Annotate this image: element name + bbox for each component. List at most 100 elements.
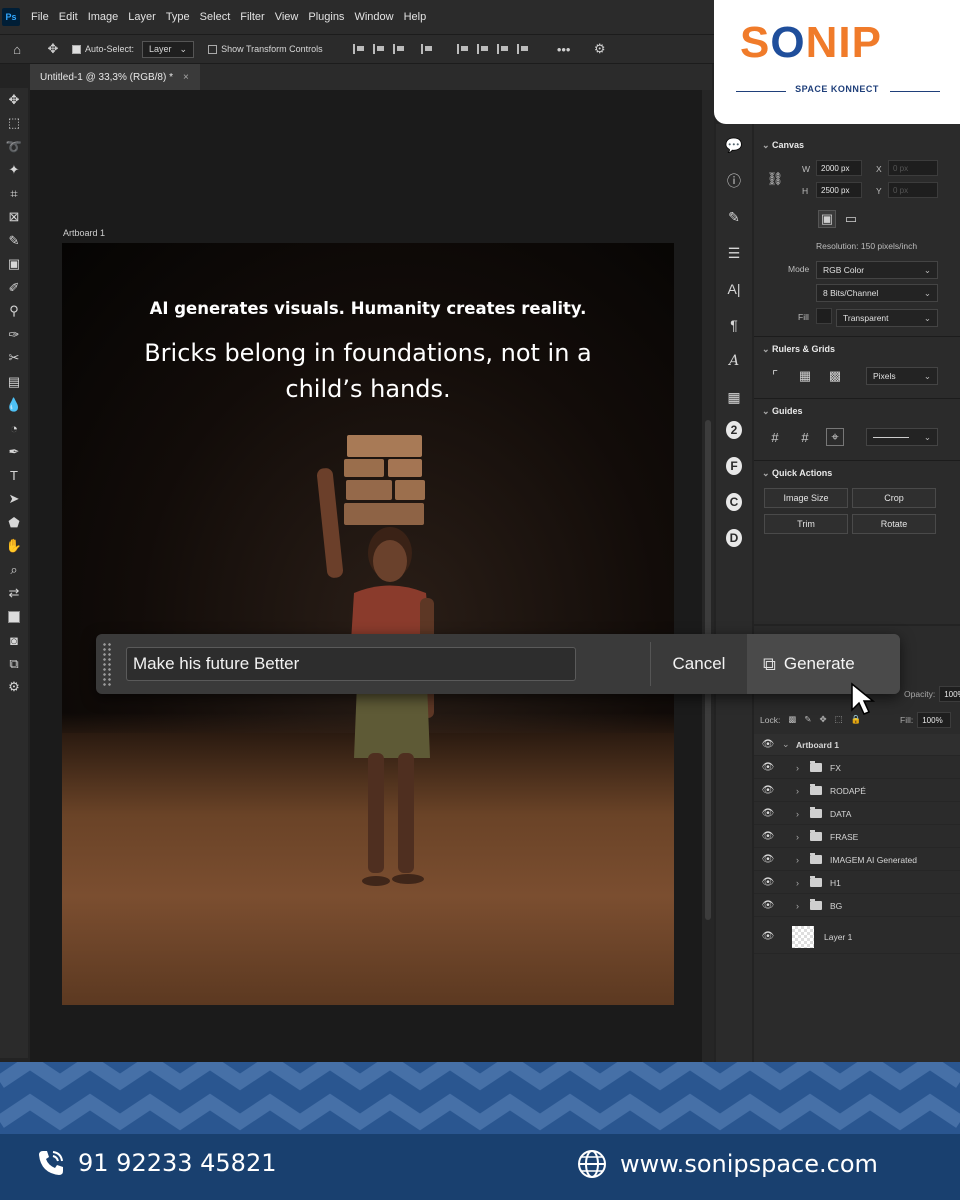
- chevron-right-icon[interactable]: ›: [796, 878, 810, 888]
- eye-icon[interactable]: 👁: [754, 739, 782, 750]
- height-field[interactable]: 2500 px: [816, 182, 862, 198]
- chevron-right-icon[interactable]: ›: [796, 855, 810, 865]
- clone-stamp-tool-icon[interactable]: ⚲: [3, 300, 25, 324]
- image-size-button[interactable]: Image Size: [764, 488, 848, 508]
- opacity-field[interactable]: 100%: [939, 686, 960, 702]
- width-field[interactable]: 2000 px: [816, 160, 862, 176]
- menu-image[interactable]: Image: [83, 11, 124, 23]
- gear-icon[interactable]: ⚙: [589, 38, 611, 60]
- eye-icon[interactable]: 👁: [754, 831, 782, 842]
- canvas-section-title[interactable]: Canvas: [762, 140, 804, 151]
- character-icon[interactable]: A|: [721, 274, 747, 304]
- glyphs-icon[interactable]: A: [721, 346, 747, 376]
- generate-prompt-input[interactable]: Make his future Better: [126, 647, 576, 681]
- menu-edit[interactable]: Edit: [54, 11, 83, 23]
- swap-colors-icon[interactable]: ⇄: [3, 582, 25, 606]
- rotate-button[interactable]: Rotate: [852, 514, 936, 534]
- distribute-h-icon[interactable]: [420, 44, 433, 54]
- close-tab-icon[interactable]: ×: [183, 72, 189, 83]
- drag-handle[interactable]: [102, 642, 112, 686]
- layer-row-pixel[interactable]: 👁 Layer 1: [754, 920, 960, 954]
- path-selection-tool-icon[interactable]: ➤: [3, 488, 25, 512]
- eye-icon[interactable]: 👁: [754, 785, 782, 796]
- zoom-tool-icon[interactable]: ⌕: [3, 558, 25, 582]
- grid-icon[interactable]: ▦: [796, 367, 814, 385]
- fill-swatch[interactable]: [816, 308, 832, 324]
- menu-plugins[interactable]: Plugins: [303, 11, 349, 23]
- mode-dropdown[interactable]: RGB Color: [816, 261, 938, 279]
- artboard[interactable]: AI generates visuals. Humanity creates r…: [62, 243, 674, 1005]
- footer-website[interactable]: www.sonipspace.com: [576, 1148, 878, 1180]
- paragraph-icon[interactable]: ¶: [721, 310, 747, 340]
- chevron-down-icon[interactable]: ⌄: [782, 739, 796, 750]
- eye-icon[interactable]: 👁: [754, 854, 782, 865]
- history-brush-tool-icon[interactable]: ✑: [3, 323, 25, 347]
- landscape-orientation-icon[interactable]: ▭: [842, 210, 860, 228]
- portrait-orientation-icon[interactable]: ▣: [818, 210, 836, 228]
- lock-artboard-icon[interactable]: ⬚: [835, 714, 843, 725]
- link-dimensions-icon[interactable]: ⛓: [766, 170, 784, 188]
- document-tab[interactable]: Untitled-1 @ 33,3% (RGB/8) * ×: [30, 64, 200, 90]
- artboard-label[interactable]: Artboard 1: [63, 228, 105, 238]
- lock-guides-icon[interactable]: #: [796, 428, 814, 446]
- lock-pixels-icon[interactable]: ▩: [788, 714, 796, 725]
- auto-select-dropdown[interactable]: Layer ⌄: [142, 40, 195, 58]
- brush-tool-icon[interactable]: ✐: [3, 276, 25, 300]
- plugin-c-icon[interactable]: C: [726, 493, 742, 511]
- marquee-tool-icon[interactable]: ⬚: [3, 112, 25, 136]
- layer-row-group[interactable]: 👁 › IMAGEM AI Generated: [754, 849, 960, 871]
- distribute-v-icon[interactable]: [516, 44, 529, 54]
- layer-row-group[interactable]: 👁 › FRASE: [754, 826, 960, 848]
- adjustments-icon[interactable]: ☰: [721, 238, 747, 268]
- gradient-tool-icon[interactable]: ▤: [3, 370, 25, 394]
- crop-tool-icon[interactable]: ⌗: [3, 182, 25, 206]
- lasso-tool-icon[interactable]: ➰: [3, 135, 25, 159]
- x-field[interactable]: 0 px: [888, 160, 938, 176]
- fill-control[interactable]: Fill: 100%: [900, 712, 952, 728]
- quick-mask-icon[interactable]: ◙: [3, 629, 25, 653]
- chevron-right-icon[interactable]: ›: [796, 786, 810, 796]
- menu-view[interactable]: View: [270, 11, 304, 23]
- chevron-right-icon[interactable]: ›: [796, 901, 810, 911]
- lock-position-icon[interactable]: ✥: [819, 714, 826, 725]
- layer-row-group[interactable]: 👁 › FX: [754, 757, 960, 779]
- layer-row-group[interactable]: 👁 › DATA: [754, 803, 960, 825]
- eraser-tool-icon[interactable]: ✂: [3, 347, 25, 371]
- menu-file[interactable]: File: [26, 11, 54, 23]
- move-tool-icon[interactable]: ✥: [42, 38, 64, 60]
- bit-depth-dropdown[interactable]: 8 Bits/Channel: [816, 284, 938, 302]
- comments-icon[interactable]: 💬: [721, 130, 747, 160]
- healing-brush-tool-icon[interactable]: ▣: [3, 253, 25, 277]
- shape-tool-icon[interactable]: ⬟: [3, 511, 25, 535]
- lock-brush-icon[interactable]: ✎: [804, 714, 811, 725]
- eye-icon[interactable]: 👁: [754, 877, 782, 888]
- footer-phone[interactable]: 91 92233 45821: [36, 1148, 277, 1178]
- trim-button[interactable]: Trim: [764, 514, 848, 534]
- home-icon[interactable]: ⌂: [6, 38, 28, 60]
- smart-guides-icon[interactable]: ⌖: [826, 428, 844, 446]
- brush-settings-icon[interactable]: ✎: [721, 202, 747, 232]
- layer-row-group[interactable]: 👁 › H1: [754, 872, 960, 894]
- rulers-icon[interactable]: ⌜: [766, 367, 784, 385]
- quick-actions-title[interactable]: Quick Actions: [762, 468, 832, 479]
- eyedropper-tool-icon[interactable]: ✎: [3, 229, 25, 253]
- chevron-right-icon[interactable]: ›: [796, 832, 810, 842]
- crop-button[interactable]: Crop: [852, 488, 936, 508]
- align-right-icon[interactable]: [392, 44, 405, 54]
- hand-tool-icon[interactable]: ✋: [3, 535, 25, 559]
- frame-tool-icon[interactable]: ⊠: [3, 206, 25, 230]
- y-field[interactable]: 0 px: [888, 182, 938, 198]
- opacity-control[interactable]: Opacity: 100%: [904, 686, 960, 702]
- type-tool-icon[interactable]: T: [3, 464, 25, 488]
- move-tool-icon[interactable]: ✥: [3, 88, 25, 112]
- auto-select-checkbox[interactable]: [72, 44, 81, 54]
- align-bottom-icon[interactable]: [496, 44, 509, 54]
- canvas-scrollbar[interactable]: [702, 90, 714, 1062]
- menu-window[interactable]: Window: [349, 11, 398, 23]
- fill-dropdown[interactable]: Transparent: [836, 309, 938, 327]
- plugin-d-icon[interactable]: D: [726, 529, 742, 547]
- chevron-right-icon[interactable]: ›: [796, 809, 810, 819]
- more-options-icon[interactable]: •••: [553, 38, 575, 60]
- eye-icon[interactable]: 👁: [754, 762, 782, 773]
- chevron-right-icon[interactable]: ›: [796, 763, 810, 773]
